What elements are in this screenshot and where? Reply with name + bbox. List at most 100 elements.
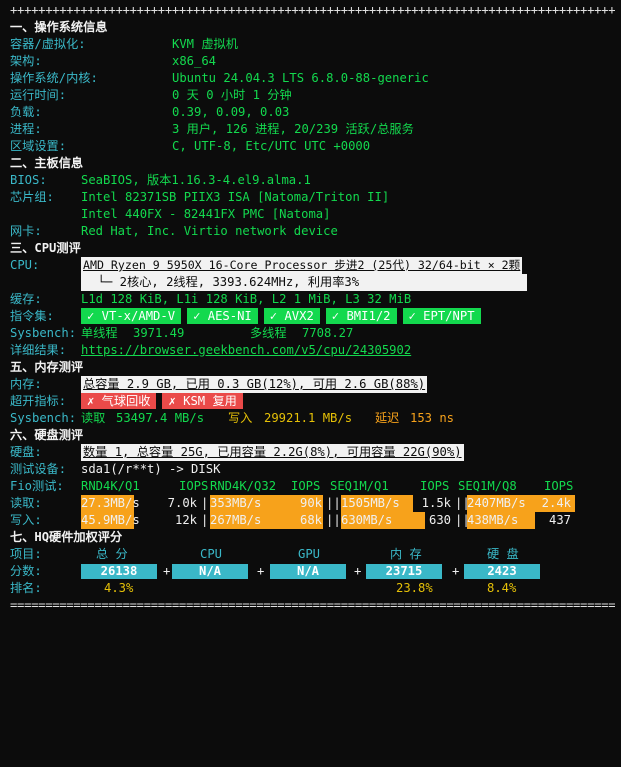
plus-sign: + — [452, 564, 460, 578]
score-gpu: N/A — [270, 564, 346, 579]
fio-iops: 68k — [299, 513, 322, 527]
section-mem-title: 五、内存测评 — [10, 360, 84, 374]
fio-separator: || — [326, 513, 341, 527]
value: KVM 虚拟机 — [172, 37, 238, 51]
single-thread-label: 单线程 — [81, 326, 118, 340]
score-header-row: 项目: 总 分 CPU GPU 内 存 硬 盘 — [10, 546, 615, 563]
mem-write-label: 写入 — [228, 411, 253, 425]
label: 读取: — [10, 496, 42, 510]
mem-latency-value: 153 ns — [410, 411, 455, 425]
label: 架构: — [10, 54, 42, 68]
fio-header-row: Fio测试: RND4K/Q1 IOPS RND4K/Q32 IOPS SEQ1… — [10, 478, 615, 495]
fio-head-rnd4k-q1: RND4K/Q1 — [81, 479, 140, 493]
fio-iops: 12k — [174, 513, 197, 527]
label: 指令集: — [10, 309, 54, 323]
mem-capacity-box: 总容量 2.9 GB, 已用 0.3 GB(12%), 可用 2.6 GB(88… — [81, 376, 428, 393]
top-rule: ++++++++++++++++++++++++++++++++++++++++… — [10, 3, 615, 17]
fio-read-row: 读取: || 27.3MB/s 7.0k || 353MB/s 90k || 1505MB/s… — [10, 495, 615, 512]
score-head-mem: 内 存 — [390, 547, 422, 561]
cpu-row-sysbench: Sysbench: 单线程 3971.49 多线程 7708.27 — [10, 325, 615, 342]
os-row-proc: 进程: 3 用户, 126 进程, 20/239 活跃/总服务 — [10, 121, 615, 138]
label: 容器/虚拟化: — [10, 37, 86, 51]
board-row-bios: BIOS: SeaBIOS, 版本1.16.3-4.el9.alma.1 — [10, 172, 615, 189]
os-row-kernel: 操作系统/内核: Ubuntu 24.04.3 LTS 6.8.0-88-gene… — [10, 70, 615, 87]
plus-sign: + — [163, 564, 171, 578]
fio-iops: 7.0k — [167, 496, 197, 510]
board-row-chipset-2: Intel 440FX - 82441FX PMC [Natoma] — [10, 206, 615, 223]
fio-iops: 1.5k — [421, 496, 451, 510]
label: 区域设置: — [10, 139, 67, 153]
fio-iops: 90k — [299, 496, 322, 510]
fio-throughput: 267MB/s — [210, 513, 262, 527]
section-score-title: 七、HQ硬件加权评分 — [10, 530, 123, 544]
label: CPU: — [10, 258, 40, 272]
value: 0.39, 0.09, 0.03 — [172, 105, 290, 119]
fio-throughput: 45.9MB/s — [81, 513, 140, 527]
label: Sysbench: — [10, 411, 77, 425]
plus-sign: + — [257, 564, 265, 578]
fio-head-iops-2: IOPS — [291, 479, 321, 493]
fio-head-seq1m-q8: SEQ1M/Q8 — [458, 479, 517, 493]
ksm-badge: ✗ KSM 复用 — [162, 393, 243, 409]
disk-capacity-box: 数量 1, 总容量 25G, 已用容量 2.2G(8%), 可用容量 22G(9… — [81, 444, 464, 461]
score-disk: 2423 — [464, 564, 540, 579]
score-head-gpu: GPU — [298, 547, 321, 561]
board-row-chipset: 芯片组: Intel 82371SB PIIX3 ISA [Natoma/Trit… — [10, 189, 615, 206]
board-row-nic: 网卡: Red Hat, Inc. Virtio network device — [10, 223, 615, 240]
rank-disk: 8.4% — [487, 581, 517, 595]
value: Intel 82371SB PIIX3 ISA [Natoma/Triton I… — [81, 190, 390, 204]
isa-aesni-badge: ✓ AES-NI — [187, 308, 258, 324]
rank-mem: 23.8% — [396, 581, 433, 595]
plus-sign: + — [354, 564, 362, 578]
fio-throughput: 1505MB/s — [341, 496, 400, 510]
cpu-row-isa: 指令集: ✓ VT-x/AMD-V ✓ AES-NI ✓ AVX2 ✓ BMI1/2 ✓ … — [10, 308, 615, 325]
os-row-virt: 容器/虚拟化: KVM 虚拟机 — [10, 36, 615, 53]
single-thread-value: 3971.49 — [133, 326, 185, 340]
score-total: 26138 — [81, 564, 157, 579]
score-head-total: 总 分 — [96, 547, 128, 561]
value: SeaBIOS, 版本1.16.3-4.el9.alma.1 — [81, 173, 311, 187]
fio-head-iops-1: IOPS — [179, 479, 209, 493]
balloon-badge: ✗ 气球回收 — [81, 393, 157, 409]
value: C, UTF-8, Etc/UTC UTC +0000 — [172, 139, 371, 153]
label: 操作系统/内核: — [10, 71, 98, 85]
score-head-disk: 硬 盘 — [487, 547, 519, 561]
mem-latency-label: 延迟 — [375, 411, 400, 425]
label: 网卡: — [10, 224, 42, 238]
section-board-title: 二、主板信息 — [10, 156, 84, 170]
value: 3 用户, 126 进程, 20/239 活跃/总服务 — [172, 122, 414, 136]
label: 写入: — [10, 513, 42, 527]
score-cpu: N/A — [172, 564, 248, 579]
rank-total: 4.3% — [104, 581, 134, 595]
fio-iops: 630 — [428, 513, 451, 527]
geekbench-link[interactable]: https://browser.geekbench.com/v5/cpu/243… — [81, 342, 411, 359]
mem-row-sysbench: Sysbench: 读取 53497.4 MB/s 写入 29921.1 MB/s 延迟 1… — [10, 410, 615, 427]
score-value-row: 分数: 26138 + N/A + N/A + 23715 + 2423 — [10, 563, 615, 580]
mem-row-overcommit: 超开指标: ✗ 气球回收 ✗ KSM 复用 — [10, 393, 615, 410]
mem-read-label: 读取 — [81, 411, 106, 425]
fio-separator: || — [326, 496, 341, 510]
isa-avx2-badge: ✓ AVX2 — [263, 308, 320, 324]
section-os-title: 一、操作系统信息 — [10, 20, 108, 34]
value: sda1(/r**t) -> DISK — [81, 462, 221, 476]
label: BIOS: — [10, 173, 47, 187]
label: 排名: — [10, 581, 42, 595]
os-row-uptime: 运行时间: 0 天 0 小时 1 分钟 — [10, 87, 615, 104]
label: 内存: — [10, 377, 42, 391]
mem-read-value: 53497.4 MB/s — [116, 411, 205, 425]
label: 运行时间: — [10, 88, 67, 102]
fio-throughput: 2407MB/s — [467, 496, 526, 510]
score-head-cpu: CPU — [200, 547, 223, 561]
label: 超开指标: — [10, 394, 67, 408]
fio-head-iops-3: IOPS — [420, 479, 450, 493]
label: 进程: — [10, 122, 42, 136]
fio-throughput: 630MB/s — [341, 513, 393, 527]
mem-row-capacity: 内存: 总容量 2.9 GB, 已用 0.3 GB(12%), 可用 2.6 GB… — [10, 376, 615, 393]
multi-thread-value: 7708.27 — [302, 326, 354, 340]
disk-row-device: 测试设备: sda1(/r**t) -> DISK — [10, 461, 615, 478]
label: 分数: — [10, 564, 42, 578]
section-disk-title: 六、硬盘测评 — [10, 428, 84, 442]
cpu-row-detail: 详细结果: https://browser.geekbench.com/v5/cp… — [10, 342, 615, 359]
isa-bmi-badge: ✓ BMI1/2 — [325, 308, 397, 324]
fio-throughput: 353MB/s — [210, 496, 262, 510]
